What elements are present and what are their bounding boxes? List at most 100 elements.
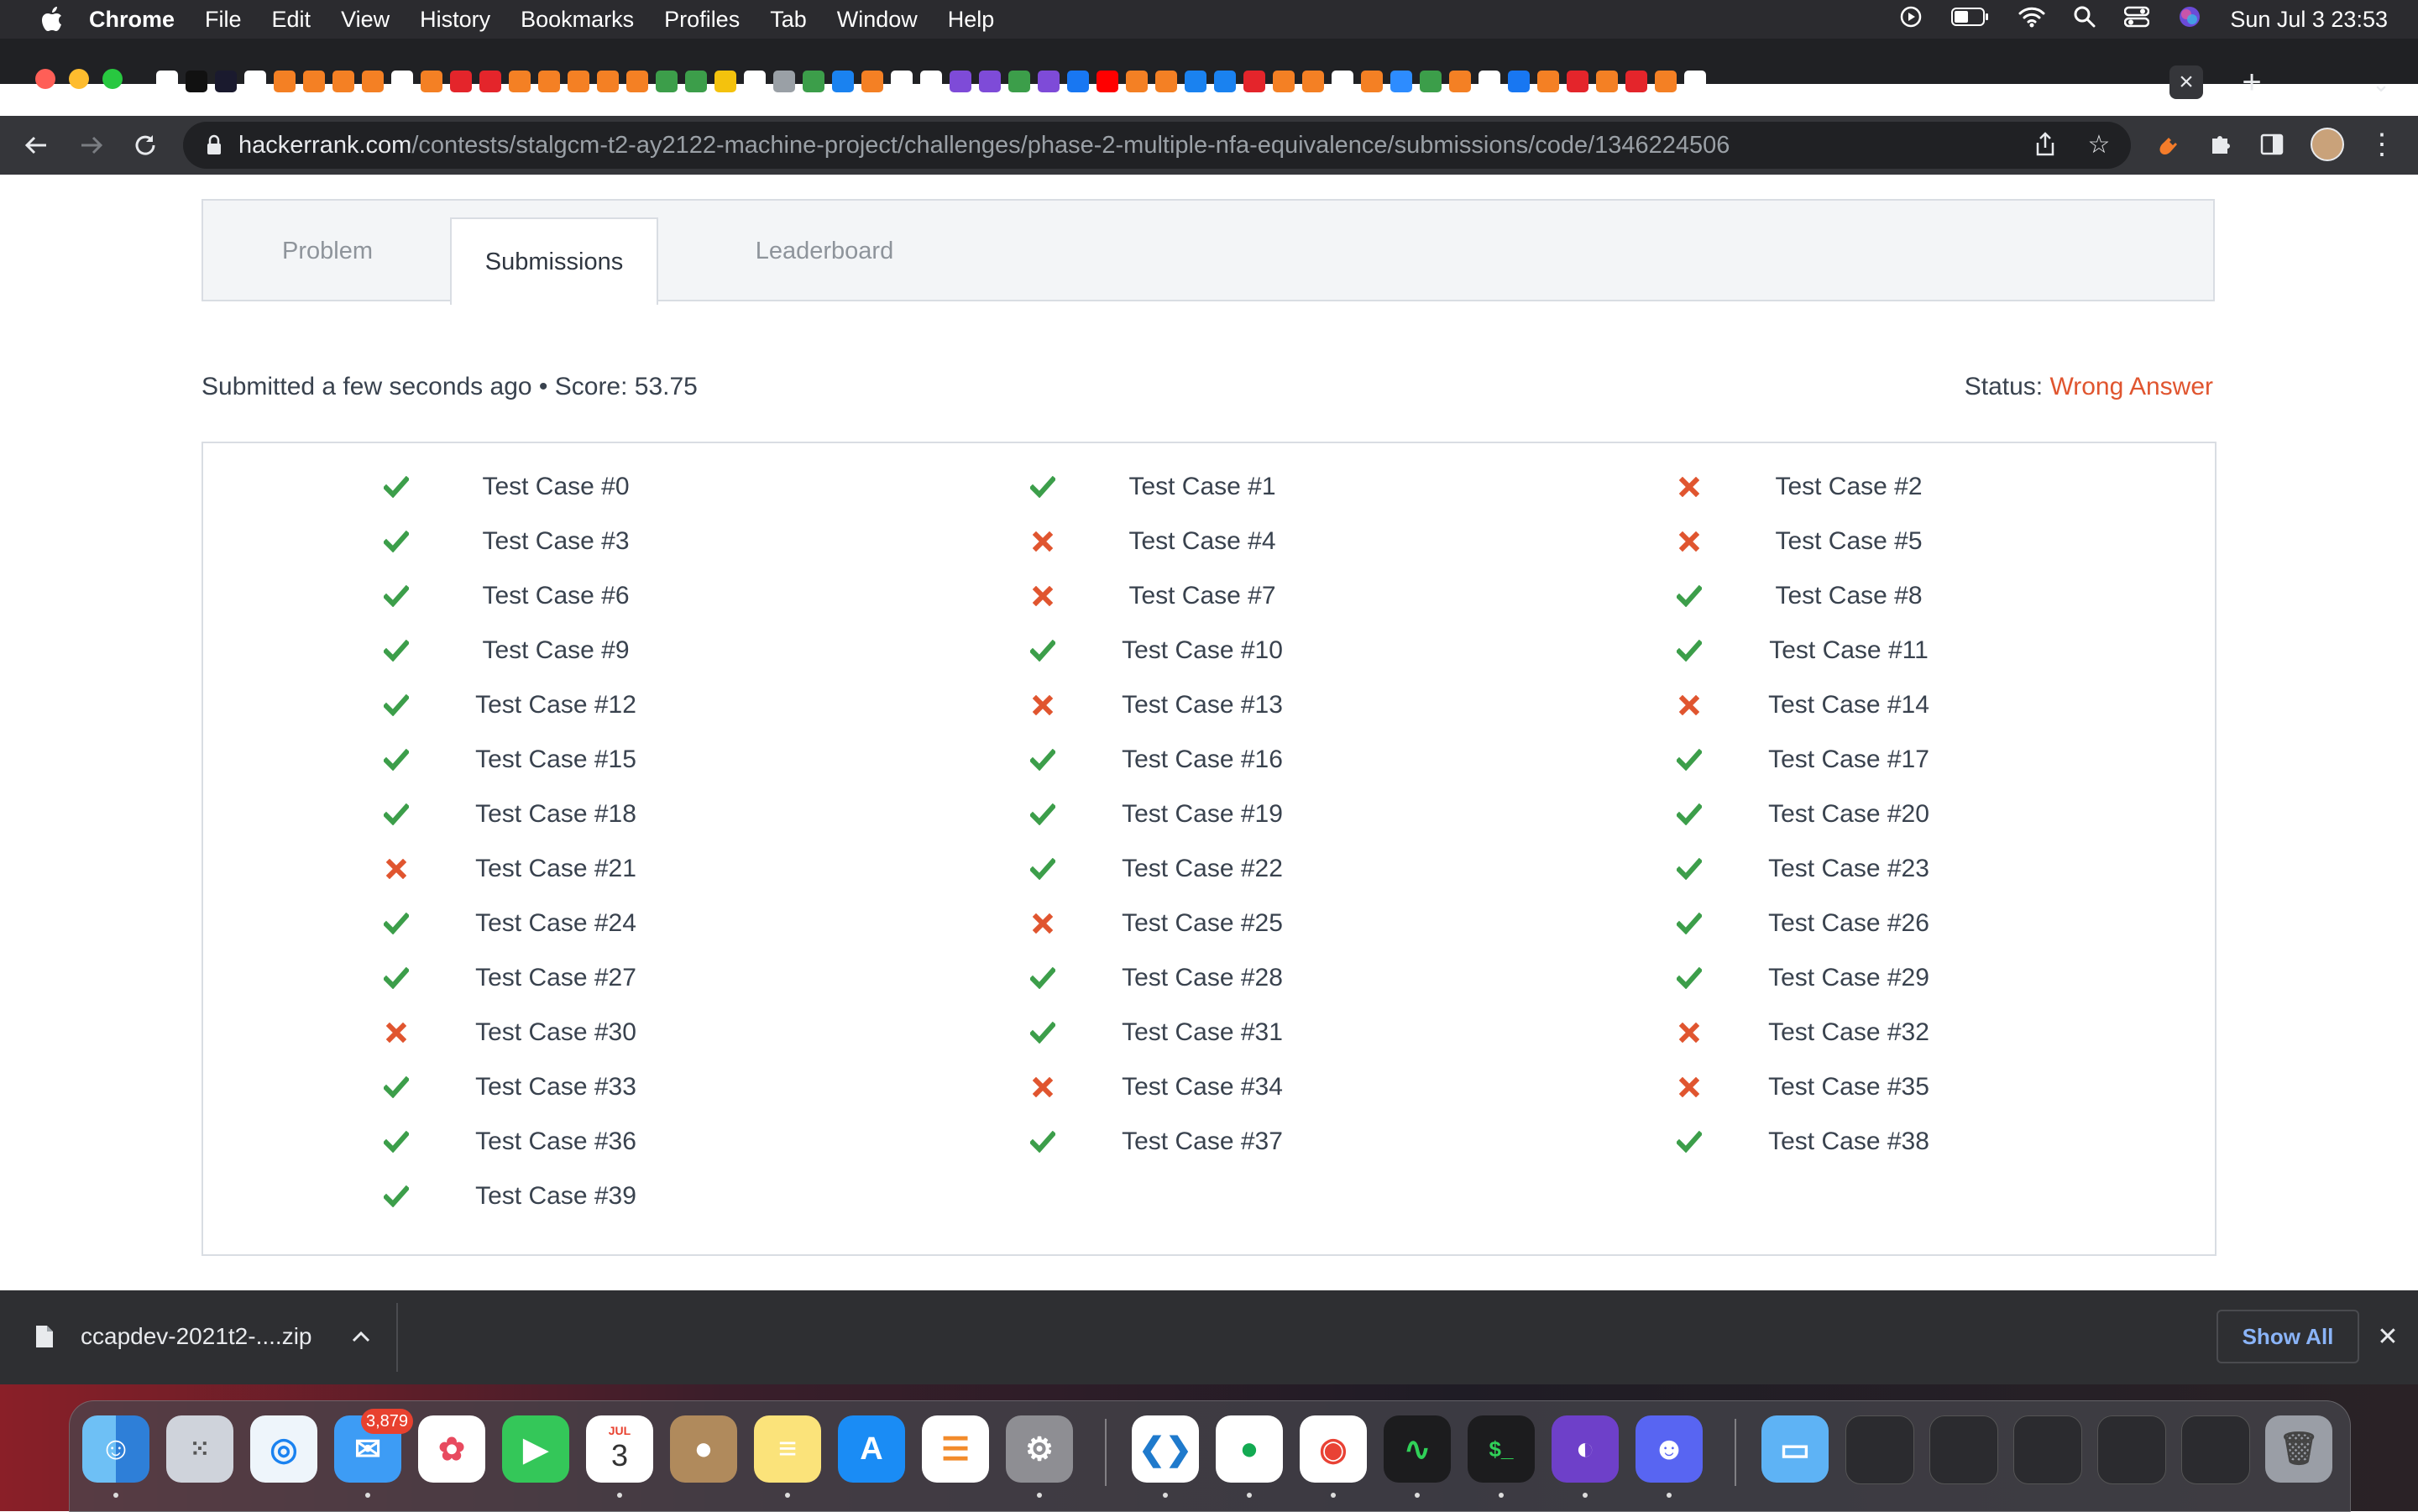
tab-favicon-icon[interactable] xyxy=(597,71,619,92)
window-close-button[interactable] xyxy=(35,69,55,89)
facetime-app-icon[interactable]: ▶ xyxy=(502,1415,569,1483)
control-center-icon[interactable] xyxy=(2124,6,2150,34)
test-case-item[interactable]: Test Case #14 xyxy=(1672,687,2092,724)
tab-favicon-icon[interactable] xyxy=(450,71,472,92)
tab-favicon-icon[interactable] xyxy=(509,71,531,92)
launchpad-app-icon[interactable]: ⁙ xyxy=(166,1415,233,1483)
test-case-item[interactable]: Test Case #24 xyxy=(379,905,799,942)
reload-icon[interactable] xyxy=(124,124,166,166)
menu-view[interactable]: View xyxy=(341,7,390,33)
spotlight-search-icon[interactable] xyxy=(2074,6,2096,34)
tab-favicon-icon[interactable] xyxy=(1067,71,1089,92)
tab-favicon-icon[interactable] xyxy=(773,71,795,92)
minimized-window-thumbnail-3[interactable] xyxy=(2013,1415,2082,1484)
tab-favicon-icon[interactable] xyxy=(186,71,207,92)
download-file-name[interactable]: ccapdev-2021t2-....zip xyxy=(81,1323,312,1350)
tab-favicon-icon[interactable] xyxy=(1390,71,1412,92)
test-case-item[interactable]: Test Case #25 xyxy=(1026,905,1446,942)
window-minimize-button[interactable] xyxy=(69,69,89,89)
menu-help[interactable]: Help xyxy=(948,7,995,33)
trash-icon[interactable]: 🗑 xyxy=(2265,1415,2332,1483)
tab-favicon-icon[interactable] xyxy=(1625,71,1647,92)
test-case-item[interactable]: Test Case #35 xyxy=(1672,1069,2092,1106)
tab-favicon-icon[interactable] xyxy=(156,71,178,92)
tab-favicon-icon[interactable] xyxy=(1243,71,1265,92)
test-case-item[interactable]: Test Case #32 xyxy=(1672,1014,2092,1051)
tab-favicon-icon[interactable] xyxy=(1596,71,1618,92)
menubar-clock[interactable]: Sun Jul 3 23:53 xyxy=(2230,7,2388,33)
tab-favicon-icon[interactable] xyxy=(891,71,913,92)
tab-favicon-icon[interactable] xyxy=(1214,71,1236,92)
apple-menu-icon[interactable] xyxy=(30,0,74,39)
tab-favicon-icon[interactable] xyxy=(744,71,766,92)
tab-favicon-icon[interactable] xyxy=(979,71,1001,92)
menu-history[interactable]: History xyxy=(420,7,490,33)
tab-favicon-icon[interactable] xyxy=(1361,71,1383,92)
app-store-app-icon[interactable]: A xyxy=(838,1415,905,1483)
tab-favicon-icon[interactable] xyxy=(950,71,971,92)
tab-favicon-icon[interactable] xyxy=(1302,71,1324,92)
tab-favicon-icon[interactable] xyxy=(1332,71,1353,92)
test-case-item[interactable]: Test Case #39 xyxy=(379,1178,799,1215)
tab-favicon-icon[interactable] xyxy=(1684,71,1706,92)
tab-favicon-icon[interactable] xyxy=(1449,71,1471,92)
tab-leaderboard[interactable]: Leaderboard xyxy=(673,201,976,301)
test-case-item[interactable]: Test Case #36 xyxy=(379,1123,799,1160)
photos-app-icon[interactable]: ✿ xyxy=(418,1415,485,1483)
contacts-app-icon[interactable]: ● xyxy=(670,1415,737,1483)
test-case-item[interactable]: Test Case #16 xyxy=(1026,741,1446,778)
extension-icon[interactable] xyxy=(2151,128,2185,161)
test-case-item[interactable]: Test Case #23 xyxy=(1672,850,2092,887)
menu-tab[interactable]: Tab xyxy=(770,7,807,33)
tab-favicon-icon[interactable] xyxy=(1096,71,1118,92)
tab-favicon-icon[interactable] xyxy=(1479,71,1500,92)
mongodb-compass-app-icon[interactable]: ● xyxy=(1216,1415,1283,1483)
menu-bookmarks[interactable]: Bookmarks xyxy=(521,7,634,33)
tab-favicon-icon[interactable] xyxy=(1008,71,1030,92)
test-case-item[interactable]: Test Case #31 xyxy=(1026,1014,1446,1051)
tab-favicon-icon[interactable] xyxy=(1038,71,1060,92)
tab-problem[interactable]: Problem xyxy=(203,201,452,301)
tab-favicon-icon[interactable] xyxy=(215,71,237,92)
back-arrow-icon[interactable] xyxy=(15,124,57,166)
system-preferences-app-icon[interactable]: ⚙ xyxy=(1006,1415,1073,1483)
test-case-item[interactable]: Test Case #2 xyxy=(1672,468,2092,505)
test-case-item[interactable]: Test Case #19 xyxy=(1026,796,1446,833)
test-case-item[interactable]: Test Case #22 xyxy=(1026,850,1446,887)
tab-favicon-icon[interactable] xyxy=(832,71,854,92)
tab-close-icon[interactable]: × xyxy=(2169,65,2203,99)
tab-favicon-icon[interactable] xyxy=(568,71,589,92)
tab-favicon-icon[interactable] xyxy=(685,71,707,92)
address-url[interactable]: hackerrank.com/contests/stalgcm-t2-ay212… xyxy=(238,132,1730,160)
test-case-item[interactable]: Test Case #9 xyxy=(379,632,799,669)
tab-favicon-icon[interactable] xyxy=(332,71,354,92)
reminders-app-icon[interactable]: ☰ xyxy=(922,1415,989,1483)
menu-file[interactable]: File xyxy=(205,7,242,33)
test-case-item[interactable]: Test Case #15 xyxy=(379,741,799,778)
tab-favicon-icon[interactable] xyxy=(656,71,678,92)
tab-favicon-icon[interactable] xyxy=(803,71,824,92)
test-case-item[interactable]: Test Case #3 xyxy=(379,523,799,560)
tab-favicon-icon[interactable] xyxy=(479,71,501,92)
test-case-item[interactable]: Test Case #7 xyxy=(1026,578,1446,615)
notes-app-icon[interactable]: ≡ xyxy=(754,1415,821,1483)
test-case-item[interactable]: Test Case #18 xyxy=(379,796,799,833)
tab-favicon-icon[interactable] xyxy=(274,71,296,92)
tab-favicon-icon[interactable] xyxy=(421,71,442,92)
tab-favicon-icon[interactable] xyxy=(920,71,942,92)
calendar-app-icon[interactable]: JUL 3 xyxy=(586,1415,653,1483)
siri-icon[interactable] xyxy=(2178,5,2201,34)
tab-favicon-icon[interactable] xyxy=(1185,71,1206,92)
minimized-window-thumbnail-1[interactable] xyxy=(1845,1415,1914,1484)
tab-search-chevron-icon[interactable]: ⌄ xyxy=(2364,67,2398,101)
test-case-item[interactable]: Test Case #29 xyxy=(1672,960,2092,997)
menu-edit[interactable]: Edit xyxy=(272,7,311,33)
test-case-item[interactable]: Test Case #12 xyxy=(379,687,799,724)
tab-favicon-icon[interactable] xyxy=(861,71,883,92)
minimized-window-thumbnail-2[interactable] xyxy=(1929,1415,1998,1484)
share-icon[interactable] xyxy=(2028,128,2062,161)
activity-monitor-app-icon[interactable]: ∿ xyxy=(1384,1415,1451,1483)
new-tab-icon[interactable]: + xyxy=(2235,64,2269,101)
forward-arrow-icon[interactable] xyxy=(71,124,113,166)
test-case-item[interactable]: Test Case #20 xyxy=(1672,796,2092,833)
